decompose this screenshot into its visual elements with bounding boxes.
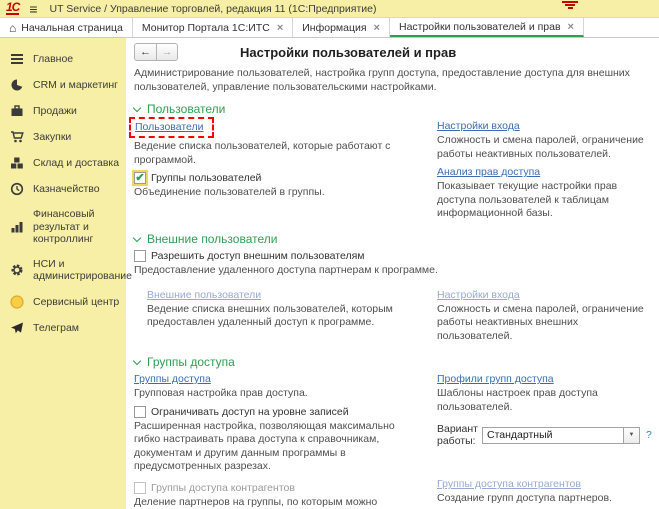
sidebar-item-crm[interactable]: CRM и маркетинг: [0, 72, 126, 98]
main-panel: ← → Настройки пользователей и прав Админ…: [126, 38, 659, 509]
tab-label: Начальная страница: [21, 22, 123, 34]
tab-label: Информация: [302, 22, 366, 34]
treasury-clock-icon: [10, 182, 24, 196]
forward-button[interactable]: →: [156, 44, 177, 60]
support-funnel-icon[interactable]: [561, 0, 579, 9]
sidebar-item-treasury[interactable]: Казначейство: [0, 176, 126, 202]
sidebar-item-sales[interactable]: Продажи: [0, 98, 126, 124]
users-link-desc: Ведение списка пользователей, которые ра…: [134, 140, 421, 167]
tab-home[interactable]: ⌂ Начальная страница: [0, 18, 133, 37]
chevron-down-icon: [133, 104, 141, 112]
close-icon[interactable]: ×: [277, 22, 283, 34]
counterparty-groups-checkbox[interactable]: Группы доступа контрагентов: [134, 482, 421, 494]
warehouse-boxes-icon: [10, 156, 24, 170]
gear-icon: [10, 263, 24, 277]
counterparty-groups-desc: Деление партнеров на группы, по которым …: [134, 496, 421, 509]
dropdown-arrow-icon[interactable]: ▼: [624, 427, 640, 444]
menu-lines-icon: [10, 52, 24, 66]
tab-its-monitor[interactable]: Монитор Портала 1С:ИТС ×: [133, 18, 293, 37]
users-link[interactable]: Пользователи: [135, 121, 204, 133]
page-description: Администрирование пользователей, настрой…: [134, 67, 656, 94]
tab-user-settings[interactable]: Настройки пользователей и прав ×: [390, 18, 584, 37]
checkmark-icon: ✔: [135, 173, 144, 183]
chevron-down-icon: [133, 234, 141, 242]
app-window: 1С ≡ UT Service / Управление торговлей, …: [0, 0, 659, 509]
allow-external-access-checkbox[interactable]: Разрешить доступ внешним пользователям: [134, 250, 650, 262]
section-header-users[interactable]: Пользователи: [134, 102, 650, 116]
login-settings-desc: Сложность и смена паролей, ограничение р…: [437, 134, 650, 161]
login-settings-link[interactable]: Настройки входа: [437, 120, 520, 132]
tab-information[interactable]: Информация ×: [293, 18, 390, 37]
window-title: UT Service / Управление торговлей, редак…: [50, 3, 377, 15]
counterparty-access-groups-desc: Создание групп доступа партнеров.: [437, 492, 650, 505]
user-groups-desc: Объединение пользователей в группы.: [134, 186, 421, 199]
allow-external-access-desc: Предоставление удаленного доступа партне…: [134, 264, 650, 277]
access-rights-analysis-link[interactable]: Анализ прав доступа: [437, 166, 540, 178]
close-icon[interactable]: ×: [374, 22, 380, 34]
external-login-settings-desc: Сложность и смена паролей, ограничение р…: [437, 303, 650, 343]
tab-label: Монитор Портала 1С:ИТС: [142, 22, 270, 34]
chevron-down-icon: [133, 356, 141, 364]
section-header-access-groups[interactable]: Группы доступа: [134, 355, 650, 369]
external-users-link[interactable]: Внешние пользователи: [147, 289, 261, 301]
access-rights-analysis-desc: Показывает текущие настройки прав доступ…: [437, 180, 650, 220]
telegram-plane-icon: [10, 321, 24, 335]
sidebar-item-service-center[interactable]: Сервисный центр: [0, 289, 126, 315]
external-login-settings-link[interactable]: Настройки входа: [437, 289, 520, 301]
sidebar-item-main[interactable]: Главное: [0, 46, 126, 72]
checkbox-unchecked: [134, 482, 146, 494]
counterparty-access-groups-link[interactable]: Группы доступа контрагентов: [437, 478, 581, 490]
rls-desc: Расширенная настройка, позволяющая макси…: [134, 420, 421, 474]
main-menu-icon[interactable]: ≡: [29, 4, 37, 14]
back-button[interactable]: ←: [135, 44, 156, 60]
access-groups-desc: Групповая настройка прав доступа.: [134, 387, 421, 400]
access-group-profiles-desc: Шаблоны настроек прав доступа пользовате…: [437, 387, 652, 414]
section-sidebar: Главное CRM и маркетинг Продажи Закупки …: [0, 38, 126, 509]
home-icon: ⌂: [9, 23, 16, 33]
pie-chart-icon: [10, 78, 24, 92]
help-link[interactable]: ?: [646, 429, 652, 441]
close-icon[interactable]: ×: [568, 21, 574, 33]
briefcase-icon: [10, 104, 24, 118]
work-variant-label: Вариант работы:: [437, 423, 478, 447]
access-groups-link[interactable]: Группы доступа: [134, 373, 211, 385]
page-title: Настройки пользователей и прав: [240, 45, 456, 60]
work-variant-row: Вариант работы: ▼ ?: [437, 423, 652, 447]
tab-bar: ⌂ Начальная страница Монитор Портала 1С:…: [0, 18, 659, 38]
checkbox-checked: ✔: [134, 172, 146, 184]
annotation-highlight-box: Пользователи: [129, 117, 214, 138]
bar-chart-icon: [10, 220, 24, 234]
external-users-desc: Ведение списка внешних пользователей, ко…: [147, 303, 421, 330]
title-bar: 1С ≡ UT Service / Управление торговлей, …: [0, 0, 659, 18]
sidebar-item-warehouse[interactable]: Склад и доставка: [0, 150, 126, 176]
checkbox-unchecked: [134, 250, 146, 262]
1c-logo-icon: 1С: [6, 2, 19, 15]
sidebar-item-finance[interactable]: Финансовый результат и контроллинг: [0, 202, 126, 252]
work-variant-input[interactable]: [482, 427, 624, 444]
cart-icon: [10, 130, 24, 144]
history-nav: ← →: [134, 43, 178, 61]
rls-checkbox[interactable]: Ограничивать доступ на уровне записей: [134, 406, 421, 418]
service-circle-icon: [10, 295, 24, 309]
sidebar-item-admin[interactable]: НСИ и администрирование: [0, 252, 126, 289]
tab-label: Настройки пользователей и прав: [399, 21, 561, 33]
checkbox-unchecked: [134, 406, 146, 418]
sidebar-item-telegram[interactable]: Телеграм: [0, 315, 126, 341]
access-group-profiles-link[interactable]: Профили групп доступа: [437, 373, 554, 385]
content-area: Главное CRM и маркетинг Продажи Закупки …: [0, 38, 659, 509]
sidebar-item-purchases[interactable]: Закупки: [0, 124, 126, 150]
user-groups-checkbox[interactable]: ✔ Группы пользователей: [134, 172, 421, 184]
section-header-external-users[interactable]: Внешние пользователи: [134, 232, 650, 246]
